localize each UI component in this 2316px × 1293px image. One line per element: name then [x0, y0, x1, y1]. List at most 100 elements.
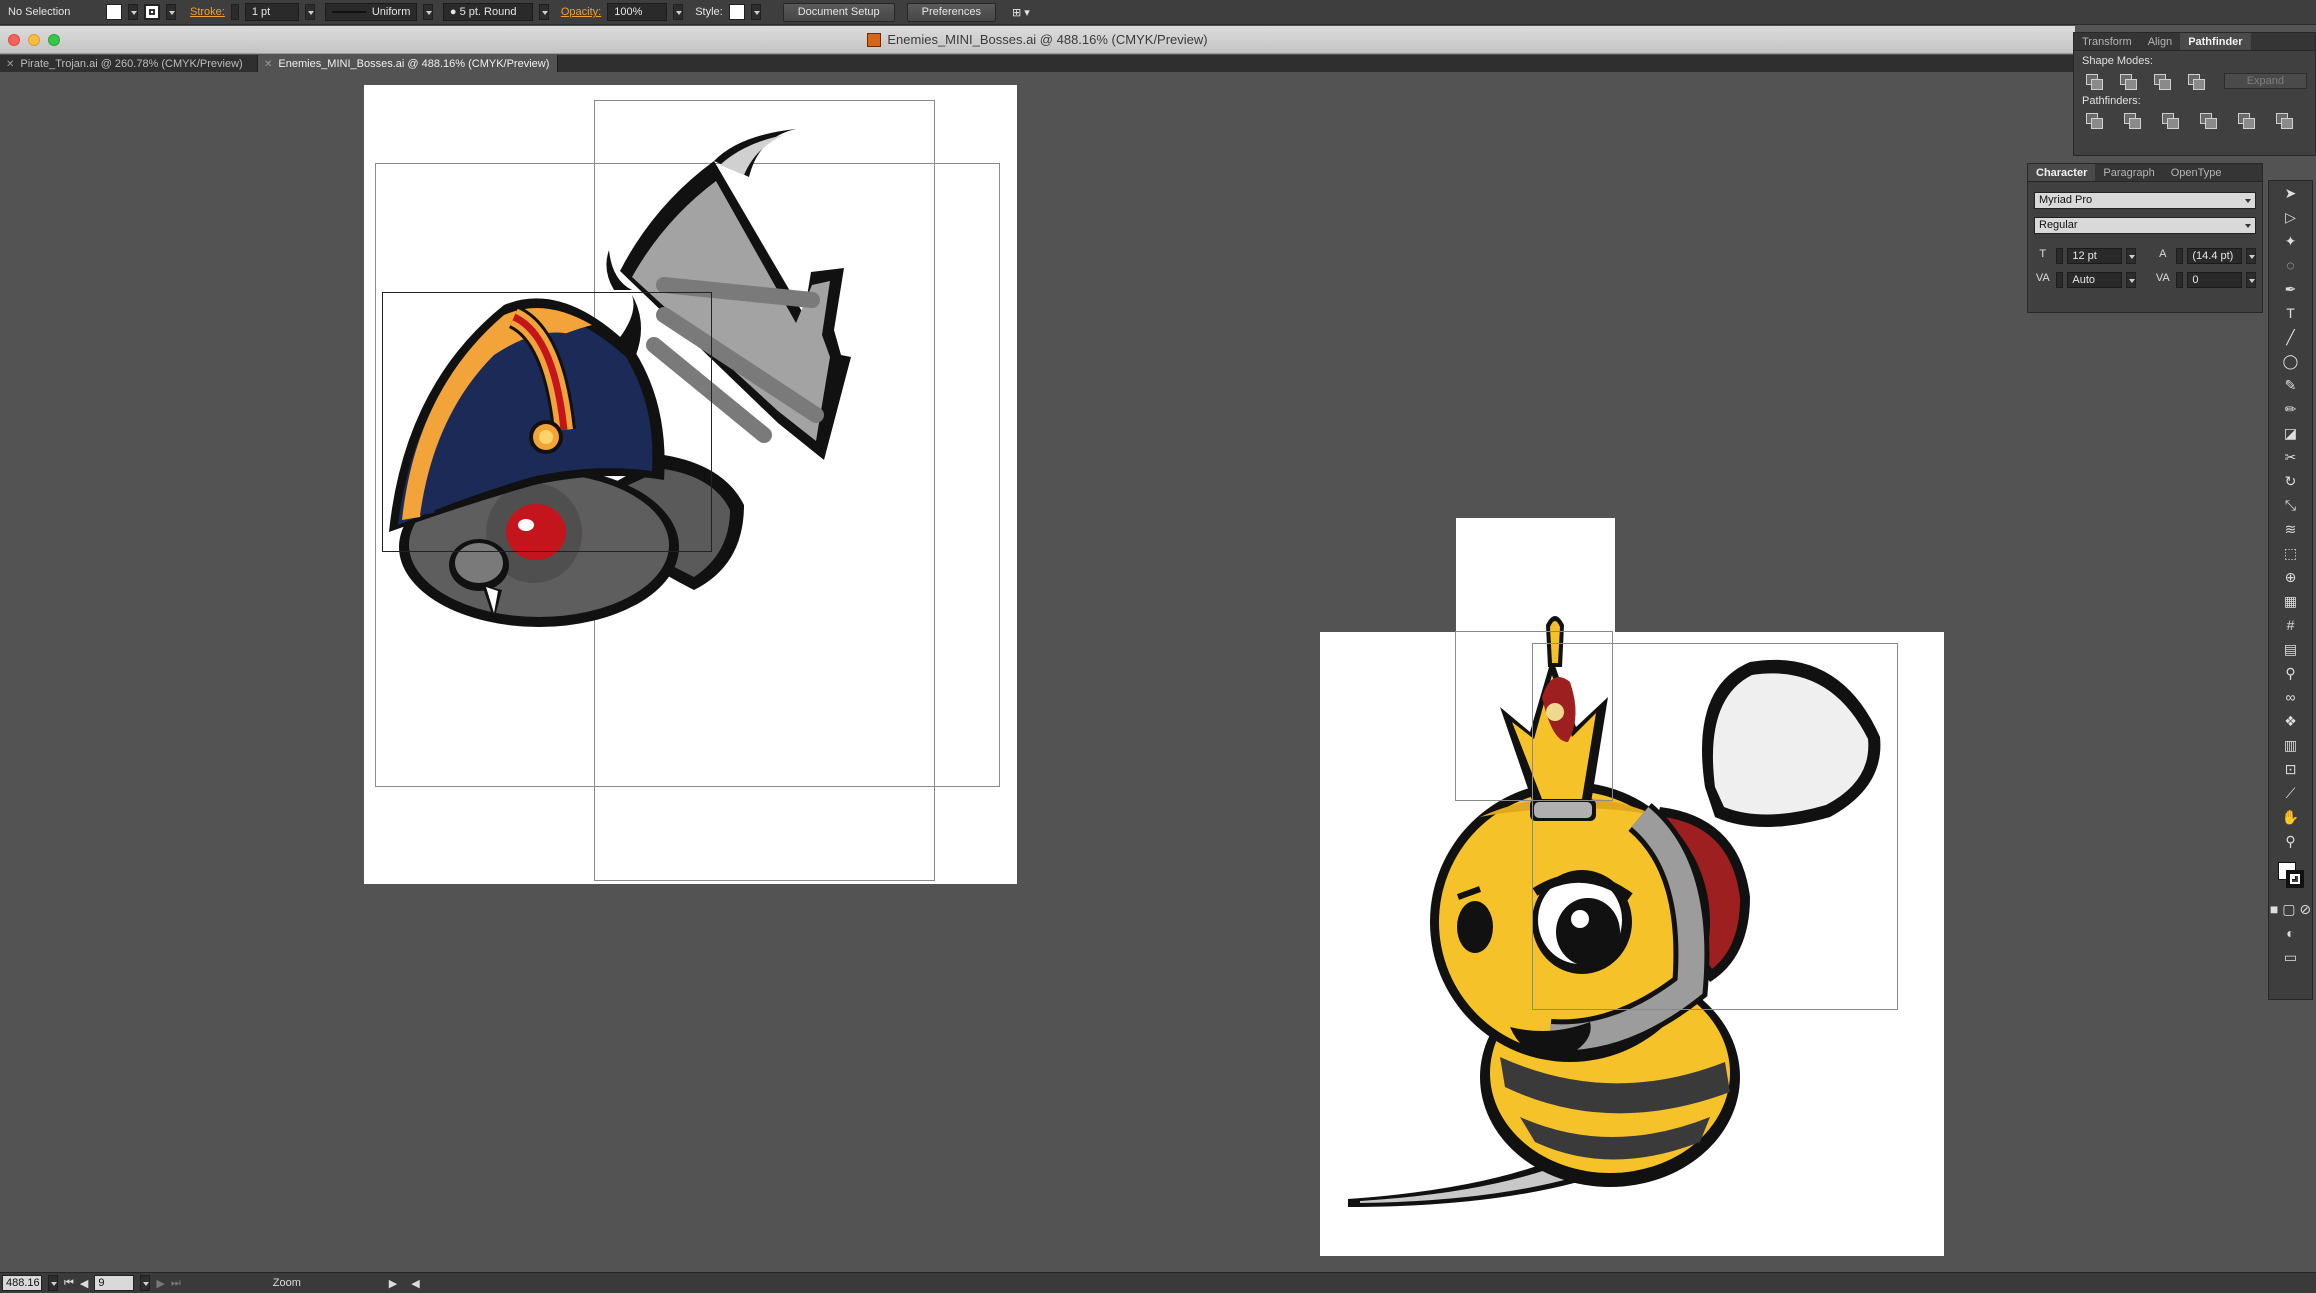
drawing-mode-icon[interactable]: ◐	[2269, 921, 2312, 945]
brush-dropdown-icon[interactable]	[538, 4, 549, 20]
brush-select[interactable]: ● 5 pt. Round	[442, 3, 533, 21]
hand-tool-icon[interactable]: ✋	[2269, 805, 2312, 829]
artboard-tool-icon[interactable]: ⊡	[2269, 757, 2312, 781]
tab-opentype[interactable]: OpenType	[2163, 164, 2230, 181]
stroke-label[interactable]: Stroke:	[190, 6, 225, 18]
tab-paragraph[interactable]: Paragraph	[2095, 164, 2162, 181]
minus-back-icon[interactable]	[2276, 113, 2293, 129]
selection-tool-icon[interactable]: ➤	[2269, 181, 2312, 205]
gradient-tool-icon[interactable]: ▤	[2269, 637, 2312, 661]
exclude-icon[interactable]	[2188, 74, 2205, 90]
unite-icon[interactable]	[2086, 74, 2103, 90]
warp-tool-icon[interactable]: ≋	[2269, 517, 2312, 541]
opacity-field[interactable]: 100%	[607, 3, 668, 21]
font-size-dropdown-icon[interactable]	[2126, 248, 2136, 264]
eraser-tool-icon[interactable]: ◪	[2269, 421, 2312, 445]
zoom-tool-icon[interactable]: ⚲	[2269, 829, 2312, 853]
tab-transform[interactable]: Transform	[2074, 33, 2140, 50]
font-size-stepper[interactable]	[2055, 248, 2064, 264]
column-graph-tool-icon[interactable]: ▥	[2269, 733, 2312, 757]
close-tab-icon[interactable]: ✕	[264, 59, 272, 70]
fill-swatch[interactable]	[106, 4, 122, 20]
intersect-icon[interactable]	[2154, 74, 2171, 90]
previous-artboard-icon[interactable]: ◀	[80, 1277, 88, 1290]
graphic-style-swatch[interactable]	[728, 4, 745, 20]
preferences-button[interactable]: Preferences	[906, 2, 996, 22]
stroke-weight-stepper[interactable]	[230, 4, 239, 20]
tab-align[interactable]: Align	[2140, 33, 2180, 50]
leading-dropdown-icon[interactable]	[2246, 248, 2256, 264]
blend-tool-icon[interactable]: ∞	[2269, 685, 2312, 709]
opacity-dropdown-icon[interactable]	[673, 4, 684, 20]
close-tab-icon[interactable]: ✕	[6, 59, 14, 70]
ellipse-tool-icon[interactable]: ◯	[2269, 349, 2312, 373]
leading-field[interactable]: (14.4 pt)	[2187, 248, 2243, 264]
minus-front-icon[interactable]	[2120, 74, 2137, 90]
zoom-window-icon[interactable]	[48, 34, 60, 46]
fill-stroke-swatches-icon[interactable]	[2269, 853, 2312, 897]
stroke-weight-dropdown-icon[interactable]	[304, 4, 315, 20]
rotate-tool-icon[interactable]: ↻	[2269, 469, 2312, 493]
zoom-dropdown-icon[interactable]	[48, 1275, 58, 1291]
outline-icon[interactable]	[2238, 113, 2255, 129]
kerning-dropdown-icon[interactable]	[2126, 272, 2136, 288]
stroke-profile-select[interactable]: Uniform	[324, 3, 417, 21]
tab-pathfinder[interactable]: Pathfinder	[2180, 33, 2251, 50]
status-menu-icon[interactable]: ▶	[389, 1277, 397, 1290]
opacity-label[interactable]: Opacity:	[561, 6, 601, 18]
font-family-select[interactable]: Myriad Pro	[2034, 192, 2256, 209]
artboard-dropdown-icon[interactable]	[140, 1275, 151, 1291]
lasso-tool-icon[interactable]: ◌	[2269, 253, 2312, 277]
document-setup-button[interactable]: Document Setup	[782, 2, 895, 22]
stroke-dropdown-icon[interactable]	[166, 4, 176, 20]
style-dropdown-icon[interactable]	[750, 4, 761, 20]
perspective-grid-tool-icon[interactable]: ▦	[2269, 589, 2312, 613]
kerning-field[interactable]: Auto	[2067, 272, 2123, 288]
scissors-tool-icon[interactable]: ✂	[2269, 445, 2312, 469]
first-artboard-icon[interactable]: ⏮	[64, 1277, 74, 1290]
scroll-left-icon[interactable]: ◀	[411, 1277, 419, 1290]
tab-enemies-mini-bosses[interactable]: ✕ Enemies_MINI_Bosses.ai @ 488.16% (CMYK…	[258, 55, 558, 72]
expand-button[interactable]: Expand	[2223, 73, 2307, 89]
close-window-icon[interactable]	[8, 34, 20, 46]
artboard-number-field[interactable]: 9	[94, 1275, 135, 1291]
tab-pirate-trojan[interactable]: ✕ Pirate_Trojan.ai @ 260.78% (CMYK/Previ…	[0, 55, 258, 72]
font-style-select[interactable]: Regular	[2034, 217, 2256, 234]
next-artboard-icon[interactable]: ▶	[156, 1277, 164, 1290]
pen-tool-icon[interactable]: ✒	[2269, 277, 2312, 301]
tracking-dropdown-icon[interactable]	[2246, 272, 2256, 288]
minimize-window-icon[interactable]	[28, 34, 40, 46]
fill-dropdown-icon[interactable]	[128, 4, 138, 20]
kerning-stepper[interactable]	[2055, 272, 2064, 288]
pencil-tool-icon[interactable]: ✏	[2269, 397, 2312, 421]
font-size-field[interactable]: 12 pt	[2067, 248, 2123, 264]
artboard-bee[interactable]	[1320, 616, 1944, 1256]
shape-builder-tool-icon[interactable]: ⊕	[2269, 565, 2312, 589]
symbol-sprayer-tool-icon[interactable]: ❖	[2269, 709, 2312, 733]
slice-tool-icon[interactable]: ⟋	[2269, 781, 2312, 805]
tab-character[interactable]: Character	[2028, 164, 2096, 181]
leading-stepper[interactable]	[2175, 248, 2184, 264]
divide-icon[interactable]	[2086, 113, 2103, 129]
color-mode-icon[interactable]: ■ ▢ ⊘	[2269, 897, 2312, 921]
type-tool-icon[interactable]: T	[2269, 301, 2312, 325]
eyedropper-tool-icon[interactable]: ⚲	[2269, 661, 2312, 685]
merge-icon[interactable]	[2162, 113, 2179, 129]
free-transform-tool-icon[interactable]: ⬚	[2269, 541, 2312, 565]
line-tool-icon[interactable]: ╱	[2269, 325, 2312, 349]
paintbrush-tool-icon[interactable]: ✎	[2269, 373, 2312, 397]
stroke-swatch[interactable]	[144, 4, 160, 20]
last-artboard-icon[interactable]: ⏭	[171, 1277, 181, 1290]
magic-wand-tool-icon[interactable]: ✦	[2269, 229, 2312, 253]
artboard-bat[interactable]	[364, 85, 1017, 884]
scale-tool-icon[interactable]: ⤡	[2269, 493, 2312, 517]
arrange-documents-icon[interactable]: ⊞ ▾	[1012, 6, 1030, 19]
crop-icon[interactable]	[2200, 113, 2217, 129]
direct-selection-tool-icon[interactable]: ▷	[2269, 205, 2312, 229]
screen-mode-icon[interactable]: ▭	[2269, 945, 2312, 969]
tracking-field[interactable]: 0	[2187, 272, 2243, 288]
stroke-weight-field[interactable]: 1 pt	[244, 3, 299, 21]
mesh-tool-icon[interactable]: #	[2269, 613, 2312, 637]
trim-icon[interactable]	[2124, 113, 2141, 129]
tracking-stepper[interactable]	[2175, 272, 2184, 288]
